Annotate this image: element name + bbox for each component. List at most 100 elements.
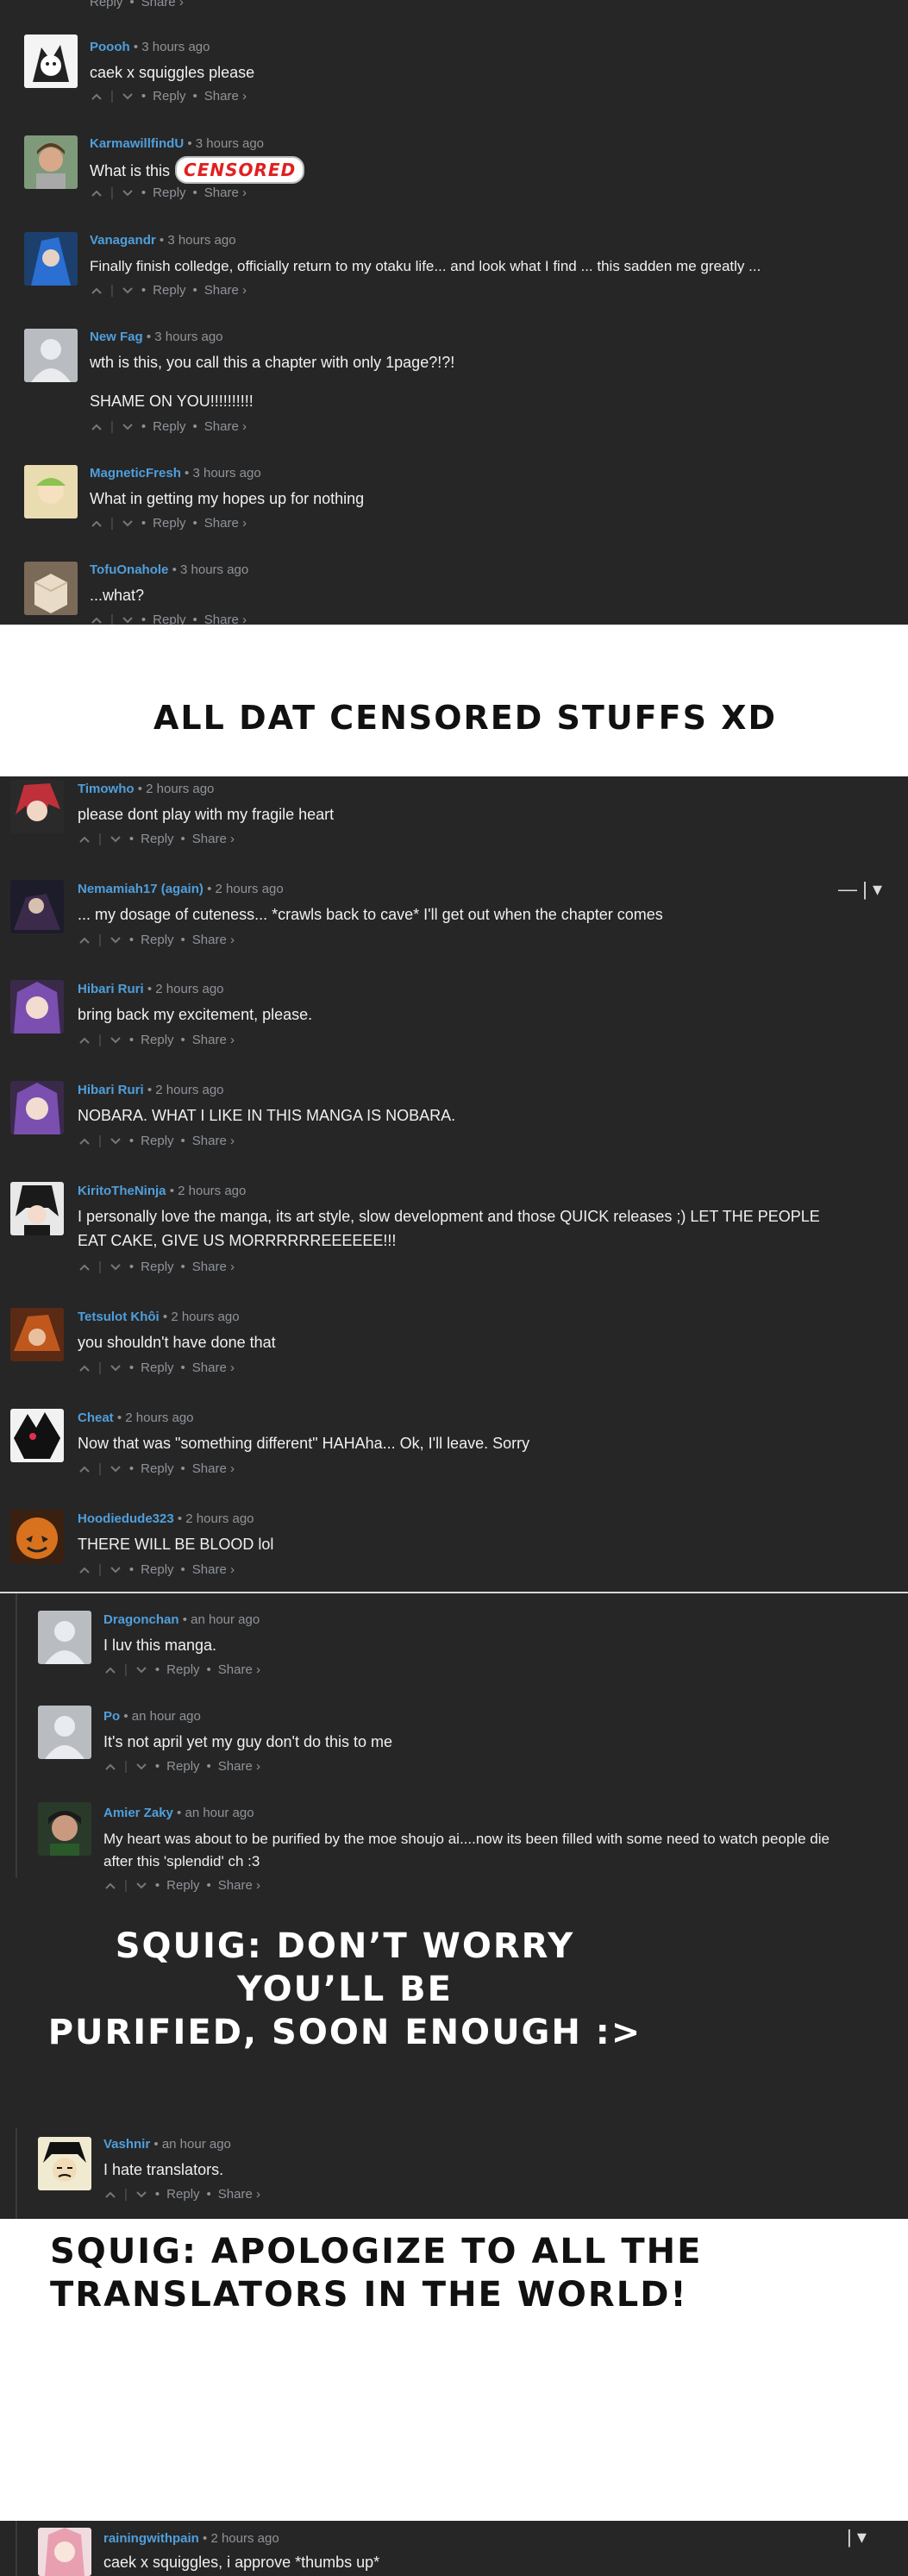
avatar[interactable]: [38, 1706, 91, 1759]
reply-link[interactable]: Reply: [166, 1759, 199, 1774]
share-link[interactable]: Share ›: [204, 516, 247, 531]
upvote-icon[interactable]: [103, 1879, 117, 1893]
upvote-icon[interactable]: [90, 517, 103, 531]
downvote-icon[interactable]: [109, 1563, 122, 1577]
timestamp[interactable]: 3 hours ago: [196, 136, 264, 151]
username[interactable]: Dragonchan: [103, 1612, 179, 1627]
share-link[interactable]: Share ›: [218, 2187, 260, 2202]
share-link[interactable]: Share ›: [218, 1662, 260, 1677]
avatar[interactable]: [24, 465, 78, 518]
username[interactable]: rainingwithpain: [103, 2531, 199, 2546]
avatar[interactable]: [24, 135, 78, 189]
share-link[interactable]: Share ›: [192, 832, 235, 846]
collapse-icon[interactable]: — | ▾: [838, 878, 882, 901]
timestamp[interactable]: an hour ago: [191, 1612, 260, 1627]
share-link[interactable]: Share ›: [204, 613, 247, 625]
avatar[interactable]: [10, 980, 64, 1034]
avatar[interactable]: [24, 562, 78, 615]
timestamp[interactable]: 3 hours ago: [141, 40, 210, 54]
timestamp[interactable]: 3 hours ago: [180, 562, 248, 577]
downvote-icon[interactable]: [121, 613, 135, 625]
timestamp[interactable]: 2 hours ago: [185, 1511, 254, 1526]
reply-link[interactable]: Reply: [153, 419, 185, 434]
upvote-icon[interactable]: [103, 1760, 117, 1774]
downvote-icon[interactable]: [121, 517, 135, 531]
downvote-icon[interactable]: [109, 1134, 122, 1148]
share-link[interactable]: Share ›: [192, 1260, 235, 1274]
avatar[interactable]: [10, 1510, 64, 1563]
username[interactable]: Hoodiedude323: [78, 1511, 174, 1526]
username[interactable]: Timowho: [78, 782, 135, 796]
upvote-icon[interactable]: [78, 1034, 91, 1047]
downvote-icon[interactable]: [121, 186, 135, 200]
avatar[interactable]: [10, 780, 64, 833]
reply-link[interactable]: Reply: [141, 1260, 173, 1274]
timestamp[interactable]: 3 hours ago: [192, 466, 260, 481]
username[interactable]: Hibari Ruri: [78, 1083, 144, 1097]
avatar[interactable]: [10, 1182, 64, 1235]
share-link[interactable]: Share ›: [204, 283, 247, 298]
reply-link[interactable]: Reply: [90, 0, 122, 9]
avatar[interactable]: [38, 1611, 91, 1664]
share-link[interactable]: Share ›: [141, 0, 184, 9]
upvote-icon[interactable]: [90, 284, 103, 298]
upvote-icon[interactable]: [90, 90, 103, 104]
downvote-icon[interactable]: [135, 1879, 148, 1893]
username[interactable]: MagneticFresh: [90, 466, 181, 481]
downvote-icon[interactable]: [121, 90, 135, 104]
upvote-icon[interactable]: [78, 1563, 91, 1577]
username[interactable]: Tetsulot Khôi: [78, 1310, 160, 1324]
share-link[interactable]: Share ›: [192, 1033, 235, 1047]
avatar[interactable]: [10, 1308, 64, 1361]
avatar[interactable]: [10, 880, 64, 933]
reply-link[interactable]: Reply: [153, 283, 185, 298]
timestamp[interactable]: 2 hours ago: [171, 1310, 239, 1324]
username[interactable]: New Fag: [90, 330, 143, 344]
timestamp[interactable]: 2 hours ago: [146, 782, 214, 796]
reply-link[interactable]: Reply: [141, 1134, 173, 1148]
upvote-icon[interactable]: [78, 933, 91, 947]
avatar[interactable]: [24, 35, 78, 88]
share-link[interactable]: Share ›: [218, 1759, 260, 1774]
reply-link[interactable]: Reply: [141, 1360, 173, 1375]
reply-link[interactable]: Reply: [153, 516, 185, 531]
downvote-icon[interactable]: [109, 1034, 122, 1047]
downvote-icon[interactable]: [135, 1760, 148, 1774]
reply-link[interactable]: Reply: [166, 1878, 199, 1893]
downvote-icon[interactable]: [109, 832, 122, 846]
username[interactable]: Vashnir: [103, 2137, 150, 2152]
collapse-icon[interactable]: | ▾: [847, 2526, 867, 2548]
reply-link[interactable]: Reply: [153, 89, 185, 104]
avatar[interactable]: [38, 2528, 91, 2576]
username[interactable]: Hibari Ruri: [78, 982, 144, 996]
downvote-icon[interactable]: [121, 284, 135, 298]
username[interactable]: TofuOnahole: [90, 562, 168, 577]
share-link[interactable]: Share ›: [192, 933, 235, 947]
reply-link[interactable]: Reply: [153, 613, 185, 625]
username[interactable]: Po: [103, 1709, 120, 1724]
reply-link[interactable]: Reply: [141, 1461, 173, 1476]
upvote-icon[interactable]: [78, 832, 91, 846]
username[interactable]: Nemamiah17 (again): [78, 882, 204, 896]
username[interactable]: KiritoTheNinja: [78, 1184, 166, 1198]
timestamp[interactable]: 2 hours ago: [125, 1411, 193, 1425]
avatar[interactable]: [38, 1802, 91, 1856]
share-link[interactable]: Share ›: [192, 1461, 235, 1476]
upvote-icon[interactable]: [78, 1361, 91, 1375]
timestamp[interactable]: 2 hours ago: [216, 882, 284, 896]
downvote-icon[interactable]: [135, 1663, 148, 1677]
reply-link[interactable]: Reply: [141, 832, 173, 846]
upvote-icon[interactable]: [78, 1462, 91, 1476]
share-link[interactable]: Share ›: [204, 419, 247, 434]
reply-link[interactable]: Reply: [141, 1033, 173, 1047]
avatar[interactable]: [24, 232, 78, 286]
avatar[interactable]: [38, 2137, 91, 2190]
timestamp[interactable]: 2 hours ago: [155, 982, 223, 996]
downvote-icon[interactable]: [109, 1462, 122, 1476]
reply-link[interactable]: Reply: [141, 1562, 173, 1577]
avatar[interactable]: [10, 1081, 64, 1134]
upvote-icon[interactable]: [103, 1663, 117, 1677]
share-link[interactable]: Share ›: [204, 89, 247, 104]
avatar[interactable]: [10, 1409, 64, 1462]
upvote-icon[interactable]: [90, 420, 103, 434]
